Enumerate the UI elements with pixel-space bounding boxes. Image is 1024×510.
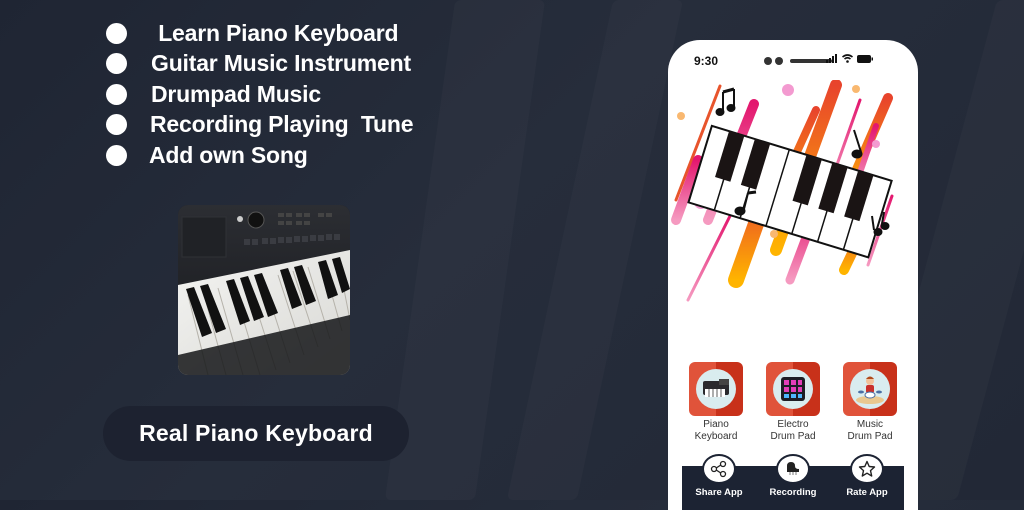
bottom-nav: Share App Recording Rate App xyxy=(682,454,904,510)
star-icon xyxy=(850,454,884,484)
tile-label-line1: Music xyxy=(856,419,884,430)
notch xyxy=(764,57,832,65)
digital-piano-image xyxy=(178,205,350,375)
nav-label: Recording xyxy=(769,487,817,498)
tile-label-line2: Drum Pad xyxy=(847,431,893,442)
nav-recording[interactable]: Recording xyxy=(758,454,828,498)
tile-icon-box xyxy=(689,362,743,416)
real-piano-keyboard-button[interactable]: Real Piano Keyboard xyxy=(103,406,409,461)
feature-label: Drumpad Music xyxy=(151,80,321,107)
camera-dot-icon xyxy=(764,57,772,65)
feature-label: Learn Piano Keyboard xyxy=(152,19,399,46)
battery-icon xyxy=(857,54,873,63)
tile-label-line2: Drum Pad xyxy=(770,431,816,442)
feature-item: Add own Song xyxy=(106,140,413,171)
feature-item: Learn Piano Keyboard xyxy=(106,18,413,49)
tile-label-line1: Electro xyxy=(777,419,809,430)
status-icons xyxy=(826,54,873,63)
share-icon xyxy=(702,454,736,484)
bullet-dot-icon xyxy=(106,83,127,105)
feature-list: Learn Piano Keyboard Guitar Music Instru… xyxy=(106,18,414,171)
nav-rate-app[interactable]: Rate App xyxy=(832,454,902,498)
bullet-dot-icon xyxy=(106,114,127,136)
sensor-dot-icon xyxy=(775,57,783,65)
app-tiles: Piano Keyboard Electro Drum Pad Music Drum … xyxy=(688,362,898,443)
music-note-icon xyxy=(851,129,863,159)
phone-mockup: 9:30 Piano Keyboard Electro Drum Pad Mus… xyxy=(668,40,918,510)
feature-item: Guitar Music Instrument xyxy=(106,49,413,80)
status-time: 9:30 xyxy=(694,54,719,68)
tile-piano-keyboard[interactable]: Piano Keyboard xyxy=(688,362,744,443)
tile-electro-drum-pad[interactable]: Electro Drum Pad xyxy=(765,362,821,443)
tile-label-line1: Piano xyxy=(703,419,729,430)
nav-share-app[interactable]: Share App xyxy=(684,454,754,498)
feature-label: Add own Song xyxy=(149,141,308,168)
drummer-icon xyxy=(850,369,890,409)
tile-icon-box xyxy=(766,362,820,416)
tile-label: Music Drum Pad xyxy=(847,419,892,443)
tile-label-line2: Keyboard xyxy=(694,431,738,442)
drum-pad-icon xyxy=(773,369,813,409)
status-bar: 9:30 xyxy=(668,40,918,80)
nav-label: Rate App xyxy=(846,487,888,498)
wifi-icon xyxy=(842,54,853,63)
bullet-dot-icon xyxy=(106,144,127,166)
bullet-dot-icon xyxy=(106,22,127,44)
tile-label: Piano Keyboard xyxy=(695,419,738,443)
tile-label: Electro Drum Pad xyxy=(770,419,815,443)
keyboard-icon xyxy=(696,369,736,409)
bullet-dot-icon xyxy=(106,53,127,75)
nav-label: Share App xyxy=(695,487,743,498)
signal-icon xyxy=(826,54,837,63)
feature-label: Guitar Music Instrument xyxy=(151,50,411,77)
piano-icon xyxy=(776,454,810,484)
feature-item: Drumpad Music xyxy=(106,79,413,110)
hero-illustration xyxy=(668,79,918,320)
feature-label: Recording Playing Tune xyxy=(150,111,414,138)
feature-item: Recording Playing Tune xyxy=(106,110,414,141)
tile-music-drum-pad[interactable]: Music Drum Pad xyxy=(842,362,898,443)
tile-icon-box xyxy=(843,362,897,416)
